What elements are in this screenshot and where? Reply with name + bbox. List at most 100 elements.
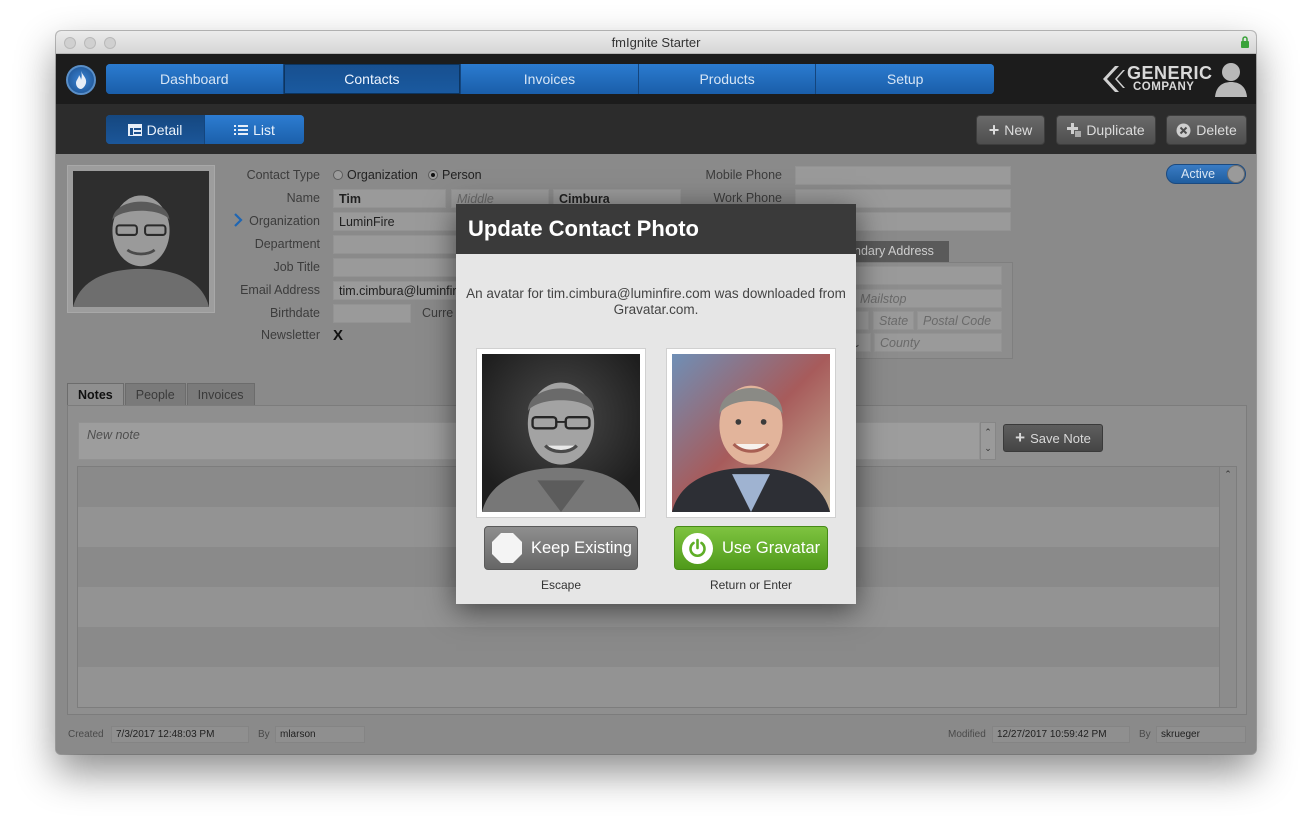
view-switcher: Detail List: [106, 115, 304, 144]
modified-value: 12/27/2017 10:59:42 PM: [992, 726, 1130, 743]
organization-field[interactable]: LuminFire: [333, 212, 458, 231]
birthdate-field[interactable]: [333, 304, 411, 323]
keep-shortcut-hint: Escape: [540, 578, 582, 592]
modified-label: Modified: [948, 729, 986, 740]
plus-icon: +: [1015, 428, 1026, 447]
plus-icon: +: [988, 120, 1000, 140]
lock-icon: [1241, 36, 1249, 48]
newsletter-checkbox[interactable]: X: [333, 327, 343, 344]
name-label: Name: [286, 191, 320, 205]
use-gravatar-button[interactable]: Use Gravatar: [674, 526, 828, 570]
list-view-label: List: [253, 121, 275, 138]
record-footer: Created 7/3/2017 12:48:03 PM By mlarson …: [56, 724, 1256, 746]
modified-by-value: skrueger: [1156, 726, 1246, 743]
detail-icon: [127, 123, 142, 136]
notes-scrollbar[interactable]: ⌃: [1219, 467, 1236, 707]
secondary-address-tab[interactable]: ndary Address: [846, 241, 949, 262]
newsletter-label: Newsletter: [260, 328, 320, 342]
email-label: Email Address: [240, 283, 320, 297]
created-by-label: By: [258, 729, 270, 740]
list-item: [78, 627, 1236, 667]
new-button[interactable]: + New: [976, 115, 1045, 145]
radio-on-icon: [428, 170, 438, 180]
contact-type-organization-radio[interactable]: Organization: [333, 168, 418, 182]
contact-type-person-radio[interactable]: Person: [428, 168, 482, 182]
radio-off-icon: [333, 170, 343, 180]
gravatar-photo-image: [672, 354, 830, 512]
department-label: Department: [254, 237, 320, 251]
work-phone-label: Work Phone: [713, 191, 782, 205]
address-panel: , Mailstop State Postal Code ⌄ County: [846, 262, 1013, 359]
mobile-phone-field[interactable]: [795, 166, 1011, 185]
stop-icon: [492, 533, 522, 563]
keep-existing-button[interactable]: Keep Existing: [484, 526, 638, 570]
existing-photo: [476, 348, 646, 518]
use-gravatar-label: Use Gravatar: [722, 538, 821, 557]
state-field[interactable]: State: [873, 311, 914, 330]
address-line-2-field[interactable]: , Mailstop: [847, 289, 1002, 308]
nav-tabs: Dashboard Contacts Invoices Products Set…: [106, 64, 994, 94]
chevron-up-icon: ⌃: [984, 427, 992, 437]
toggle-knob: [1227, 165, 1245, 183]
nav-tab-dashboard[interactable]: Dashboard: [106, 64, 284, 94]
toolbar: Detail List + New Duplicate Delete: [56, 104, 1256, 154]
duplicate-label: Duplicate: [1086, 122, 1145, 138]
gravatar-photo: [666, 348, 836, 518]
detail-view-button[interactable]: Detail: [106, 115, 205, 144]
delete-label: Delete: [1196, 122, 1237, 138]
created-by-value: mlarson: [275, 726, 365, 743]
brand-line-1: GENERIC: [1127, 63, 1213, 84]
duplicate-button[interactable]: Duplicate: [1056, 115, 1156, 145]
nav-tab-contacts[interactable]: Contacts: [283, 64, 462, 94]
delete-icon: [1176, 123, 1191, 137]
first-name-field[interactable]: Tim: [333, 189, 446, 208]
department-field[interactable]: [333, 235, 458, 254]
tab-people[interactable]: People: [124, 383, 186, 405]
title-bar: fmIgnite Starter: [56, 31, 1256, 54]
brand-line-2: COMPANY: [1133, 81, 1195, 94]
modified-by-label: By: [1139, 729, 1151, 740]
organization-option-label: Organization: [347, 168, 418, 182]
list-item: [78, 667, 1236, 707]
email-field[interactable]: tim.cimbura@luminfire: [333, 281, 458, 300]
existing-photo-image: [482, 354, 640, 512]
save-note-label: Save Note: [1030, 430, 1091, 446]
window-title: fmIgnite Starter: [611, 35, 701, 50]
person-option-label: Person: [442, 168, 482, 182]
address-line-1-field[interactable]: [847, 266, 1002, 285]
tab-invoices[interactable]: Invoices: [186, 383, 255, 405]
created-label: Created: [68, 729, 104, 740]
new-label: New: [1004, 122, 1033, 138]
county-select[interactable]: County: [874, 333, 1002, 352]
active-status-toggle[interactable]: Active: [1166, 164, 1246, 184]
nav-tab-invoices[interactable]: Invoices: [461, 64, 639, 94]
company-logo: GENERIC COMPANY: [1101, 62, 1213, 96]
note-scroll-stepper[interactable]: ⌃ ⌄: [980, 422, 996, 460]
job-title-label: Job Title: [273, 260, 320, 274]
organization-label: Organization: [249, 214, 320, 228]
dialog-message: An avatar for tim.cimbura@luminfire.com …: [466, 286, 846, 317]
active-status-label: Active: [1181, 167, 1216, 181]
delete-button[interactable]: Delete: [1166, 115, 1247, 145]
user-icon[interactable]: [1214, 61, 1248, 97]
chevron-down-icon: ⌄: [984, 443, 992, 453]
detail-view-label: Detail: [146, 121, 183, 138]
power-icon: [682, 532, 713, 564]
tab-notes[interactable]: Notes: [67, 383, 124, 405]
dialog-title: Update Contact Photo: [456, 204, 856, 254]
related-tabs: Notes People Invoices: [67, 383, 256, 405]
mobile-phone-label: Mobile Phone: [705, 168, 782, 182]
contact-type-label: Contact Type: [246, 168, 320, 182]
main-navbar: Dashboard Contacts Invoices Products Set…: [56, 54, 1256, 104]
use-shortcut-hint: Return or Enter: [709, 578, 793, 592]
list-view-button[interactable]: List: [205, 115, 304, 144]
job-title-field[interactable]: [333, 258, 458, 277]
app-flame-icon[interactable]: [66, 65, 96, 95]
duplicate-icon: [1067, 123, 1082, 137]
postal-code-field[interactable]: Postal Code: [917, 311, 1002, 330]
contact-photo-image: [73, 171, 209, 307]
nav-tab-setup[interactable]: Setup: [816, 64, 994, 94]
save-note-button[interactable]: + Save Note: [1003, 424, 1103, 452]
nav-tab-products[interactable]: Products: [638, 64, 817, 94]
contact-photo[interactable]: [67, 165, 215, 313]
